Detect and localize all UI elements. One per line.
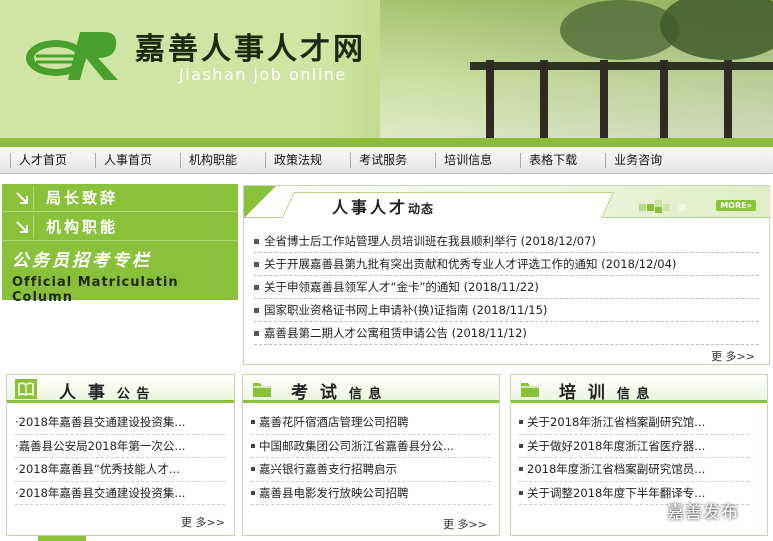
panel-header: 考 试 信 息	[243, 375, 499, 403]
folder-icon	[253, 383, 271, 397]
panel-header: 培 训 信 息	[511, 375, 767, 403]
news-panel-header: 人事人才动态 MORE»	[244, 186, 771, 218]
wechat-icon	[640, 501, 662, 518]
nav-item-talent-home[interactable]: 人才首页	[10, 152, 75, 168]
personnel-notice-panel: 人 事 公 告 ·2018年嘉善县交通建设投资集... ·嘉善县公安局2018年…	[6, 374, 235, 536]
left-menu: 局长致辞 机构职能 公务员招考专栏 Official Matriculatin …	[2, 184, 238, 305]
main-nav: 人才首页 人事首页 机构职能 政策法规 考试服务 培训信息 表格下载 业务咨询	[0, 147, 773, 174]
left-menu-item-director-speech[interactable]: 局长致辞	[2, 184, 238, 212]
civil-service-column-title[interactable]: 公务员招考专栏	[12, 246, 152, 271]
list-item[interactable]: 关于2018年浙江省档案副研究馆...	[519, 411, 749, 435]
news-panel-title: 人事人才动态	[332, 198, 435, 217]
list-item[interactable]: 中国邮政集团公司浙江省嘉善县分公...	[251, 435, 491, 458]
news-list: 全省博士后工作站管理人员培训班在我县顺利举行 (2018/12/07) 关于开展…	[254, 230, 759, 345]
arrow-icon	[10, 185, 34, 210]
book-icon	[15, 379, 37, 399]
nav-item-personnel-home[interactable]: 人事首页	[95, 152, 160, 168]
training-info-list: 关于2018年浙江省档案副研究馆... 关于做好2018年度浙江省医疗器... …	[519, 411, 749, 505]
news-panel: 人事人才动态 MORE» 全省博士后工作站管理人员培训班在我县顺利举行 (201…	[243, 185, 771, 365]
left-menu-label: 机构职能	[46, 218, 119, 236]
more-link[interactable]: 更 多>>	[181, 514, 225, 530]
panel-header: 人 事 公 告	[7, 375, 234, 403]
decor-squares-icon	[639, 200, 686, 213]
list-item[interactable]: 嘉善县电影发行放映公司招聘	[251, 482, 491, 505]
arrow-icon	[10, 214, 34, 239]
nav-item-consulting[interactable]: 业务咨询	[605, 152, 670, 168]
exam-info-list: 嘉善花阡宿酒店管理公司招聘 中国邮政集团公司浙江省嘉善县分公... 嘉兴银行嘉善…	[251, 411, 491, 505]
nav-item-policies[interactable]: 政策法规	[265, 152, 330, 168]
list-item[interactable]: ·2018年嘉善县“优秀技能人才...	[15, 458, 225, 482]
news-item[interactable]: 嘉善县第二期人才公寓租赁申请公告 (2018/11/12)	[254, 322, 759, 345]
list-item[interactable]: ·2018年嘉善县交通建设投资集...	[15, 411, 225, 435]
news-item[interactable]: 国家职业资格证书网上申请补(换)证指南 (2018/11/15)	[254, 299, 759, 322]
panel-title: 培 训 信 息	[559, 383, 651, 403]
left-menu-label: 局长致辞	[46, 189, 119, 207]
news-item[interactable]: 关于申领嘉善县领军人才“金卡”的通知 (2018/11/22)	[254, 276, 759, 299]
news-item[interactable]: 关于开展嘉善县第九批有突出贡献和优秀专业人才评选工作的通知 (2018/12/0…	[254, 253, 759, 276]
panel-title: 考 试 信 息	[291, 383, 383, 403]
list-item[interactable]: 2018年度浙江省档案副研究馆员...	[519, 458, 749, 482]
nav-item-training[interactable]: 培训信息	[435, 152, 500, 168]
list-item[interactable]: ·2018年嘉善县交通建设投资集...	[15, 482, 225, 505]
civil-service-column-subtitle[interactable]: Official Matriculatin Column	[12, 275, 238, 305]
source-watermark: 嘉善发布	[640, 498, 739, 523]
list-item[interactable]: 嘉兴银行嘉善支行招聘启示	[251, 458, 491, 482]
site-logo	[26, 32, 118, 80]
list-item[interactable]: 关于做好2018年度浙江省医疗器...	[519, 435, 749, 458]
page: 嘉善人事人才网 Jiashan job online 人才首页 人事首页 机构职…	[0, 0, 773, 541]
list-item[interactable]: ·嘉善县公安局2018年第一次公...	[15, 435, 225, 458]
panel-title: 人 事 公 告	[59, 383, 151, 403]
folder-icon	[521, 383, 539, 397]
exam-info-panel: 考 试 信 息 嘉善花阡宿酒店管理公司招聘 中国邮政集团公司浙江省嘉善县分公..…	[242, 374, 500, 536]
more-link[interactable]: 更 多>>	[443, 516, 487, 532]
bottom-panel-header-stub	[38, 536, 86, 541]
site-subtitle: Jiashan job online	[179, 65, 347, 84]
personnel-notice-list: ·2018年嘉善县交通建设投资集... ·嘉善县公安局2018年第一次公... …	[15, 411, 225, 505]
nav-item-exam-services[interactable]: 考试服务	[350, 152, 415, 168]
site-title: 嘉善人事人才网	[135, 32, 366, 67]
list-item[interactable]: 嘉善花阡宿酒店管理公司招聘	[251, 411, 491, 435]
nav-item-forms-download[interactable]: 表格下载	[520, 152, 585, 168]
nav-item-functions[interactable]: 机构职能	[180, 152, 245, 168]
news-more-badge[interactable]: MORE»	[716, 200, 756, 211]
news-item[interactable]: 全省博士后工作站管理人员培训班在我县顺利举行 (2018/12/07)	[254, 230, 759, 253]
news-more-link[interactable]: 更 多>>	[711, 348, 755, 364]
left-menu-item-functions[interactable]: 机构职能	[2, 213, 238, 241]
site-header: 嘉善人事人才网 Jiashan job online	[0, 0, 773, 147]
header-band	[0, 138, 773, 147]
